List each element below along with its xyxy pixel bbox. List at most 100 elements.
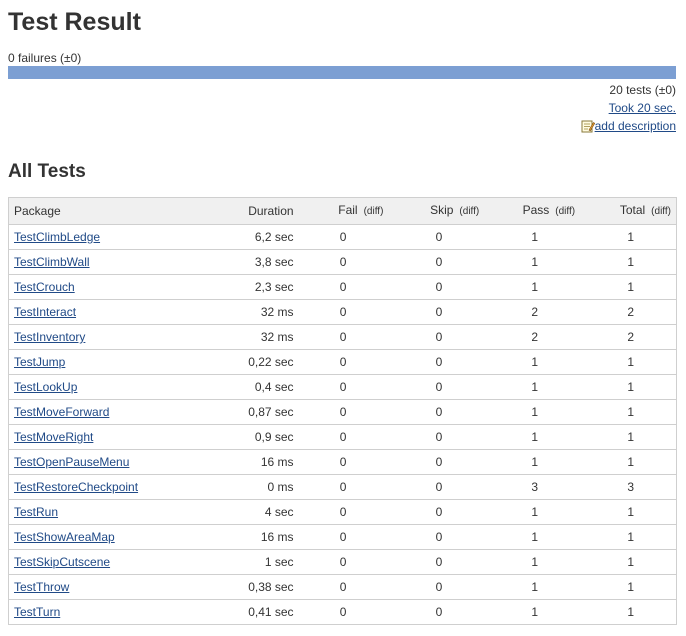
pass-cell: 1 [484, 374, 581, 400]
package-link[interactable]: TestRun [14, 505, 58, 519]
package-link[interactable]: TestInventory [14, 330, 85, 344]
table-row: TestRestoreCheckpoint 0 ms 0 0 3 3 [8, 474, 677, 500]
table-row: TestInteract 32 ms 0 0 2 2 [8, 299, 677, 325]
package-link[interactable]: TestTurn [14, 605, 60, 619]
skip-cell: 0 [388, 299, 485, 325]
total-cell: 1 [580, 424, 677, 450]
skip-cell: 0 [388, 449, 485, 475]
package-cell: TestRestoreCheckpoint [8, 474, 209, 500]
duration-cell: 0,4 sec [208, 374, 299, 400]
total-cell: 1 [580, 224, 677, 250]
total-cell: 1 [580, 574, 677, 600]
duration-cell: 0 ms [208, 474, 299, 500]
table-row: TestLookUp 0,4 sec 0 0 1 1 [8, 374, 677, 400]
package-cell: TestClimbLedge [8, 224, 209, 250]
skip-cell: 0 [388, 249, 485, 275]
total-cell: 1 [580, 249, 677, 275]
skip-cell: 0 [388, 349, 485, 375]
table-row: TestMoveRight 0,9 sec 0 0 1 1 [8, 424, 677, 450]
summary-panel: 20 tests (±0) Took 20 sec. add descripti… [581, 81, 676, 135]
fail-cell: 0 [298, 474, 389, 500]
skip-cell: 0 [388, 374, 485, 400]
package-cell: TestLookUp [8, 374, 209, 400]
pass-cell: 1 [484, 524, 581, 550]
duration-cell: 0,9 sec [208, 424, 299, 450]
package-link[interactable]: TestThrow [14, 580, 69, 594]
package-link[interactable]: TestClimbLedge [14, 230, 100, 244]
table-row: TestRun 4 sec 0 0 1 1 [8, 499, 677, 525]
pass-cell: 3 [484, 474, 581, 500]
fail-cell: 0 [298, 499, 389, 525]
tests-count: 20 tests (±0) [609, 83, 676, 97]
package-cell: TestClimbWall [8, 249, 209, 275]
package-link[interactable]: TestClimbWall [14, 255, 90, 269]
package-cell: TestCrouch [8, 274, 209, 300]
package-link[interactable]: TestOpenPauseMenu [14, 455, 129, 469]
fail-cell: 0 [298, 574, 389, 600]
pass-cell: 1 [484, 274, 581, 300]
total-cell: 1 [580, 549, 677, 575]
fail-cell: 0 [298, 299, 389, 325]
package-link[interactable]: TestSkipCutscene [14, 555, 110, 569]
skip-cell: 0 [388, 524, 485, 550]
pass-cell: 2 [484, 299, 581, 325]
fail-cell: 0 [298, 249, 389, 275]
package-cell: TestInteract [8, 299, 209, 325]
pass-cell: 2 [484, 324, 581, 350]
total-cell: 1 [580, 499, 677, 525]
pass-cell: 1 [484, 449, 581, 475]
fail-cell: 0 [298, 449, 389, 475]
column-header-total[interactable]: Total (diff) [580, 197, 677, 225]
package-link[interactable]: TestMoveForward [14, 405, 109, 419]
package-cell: TestMoveForward [8, 399, 209, 425]
duration-cell: 4 sec [208, 499, 299, 525]
column-header-skip[interactable]: Skip (diff) [388, 197, 485, 225]
column-header-package[interactable]: Package [8, 197, 209, 225]
package-link[interactable]: TestShowAreaMap [14, 530, 115, 544]
pass-cell: 1 [484, 574, 581, 600]
pass-cell: 1 [484, 499, 581, 525]
skip-cell: 0 [388, 424, 485, 450]
column-header-duration[interactable]: Duration [208, 197, 299, 225]
took-link[interactable]: Took 20 sec. [609, 101, 676, 115]
pass-cell: 1 [484, 224, 581, 250]
column-header-fail[interactable]: Fail (diff) [298, 197, 389, 225]
package-link[interactable]: TestLookUp [14, 380, 77, 394]
skip-cell: 0 [388, 599, 485, 625]
duration-cell: 3,8 sec [208, 249, 299, 275]
fail-cell: 0 [298, 274, 389, 300]
total-cell: 1 [580, 274, 677, 300]
skip-cell: 0 [388, 474, 485, 500]
skip-cell: 0 [388, 499, 485, 525]
package-link[interactable]: TestRestoreCheckpoint [14, 480, 138, 494]
total-cell: 3 [580, 474, 677, 500]
package-cell: TestTurn [8, 599, 209, 625]
duration-cell: 0,41 sec [208, 599, 299, 625]
total-cell: 2 [580, 324, 677, 350]
package-link[interactable]: TestInteract [14, 305, 76, 319]
pass-cell: 1 [484, 424, 581, 450]
column-header-pass[interactable]: Pass (diff) [484, 197, 581, 225]
duration-cell: 0,38 sec [208, 574, 299, 600]
table-row: TestClimbLedge 6,2 sec 0 0 1 1 [8, 224, 677, 250]
add-description-link[interactable]: add description [595, 119, 676, 133]
add-description-row: add description [581, 117, 676, 135]
fail-cell: 0 [298, 599, 389, 625]
table-header-row: Package Duration Fail (diff) Skip (diff) P… [8, 197, 677, 225]
package-link[interactable]: TestJump [14, 355, 65, 369]
package-link[interactable]: TestMoveRight [14, 430, 93, 444]
package-cell: TestInventory [8, 324, 209, 350]
duration-cell: 2,3 sec [208, 274, 299, 300]
fail-cell: 0 [298, 349, 389, 375]
table-row: TestSkipCutscene 1 sec 0 0 1 1 [8, 549, 677, 575]
pass-cell: 1 [484, 349, 581, 375]
total-cell: 1 [580, 449, 677, 475]
table-row: TestShowAreaMap 16 ms 0 0 1 1 [8, 524, 677, 550]
fail-cell: 0 [298, 524, 389, 550]
page-title: Test Result [8, 8, 141, 36]
package-cell: TestOpenPauseMenu [8, 449, 209, 475]
package-link[interactable]: TestCrouch [14, 280, 75, 294]
duration-cell: 16 ms [208, 524, 299, 550]
package-cell: TestShowAreaMap [8, 524, 209, 550]
total-cell: 2 [580, 299, 677, 325]
